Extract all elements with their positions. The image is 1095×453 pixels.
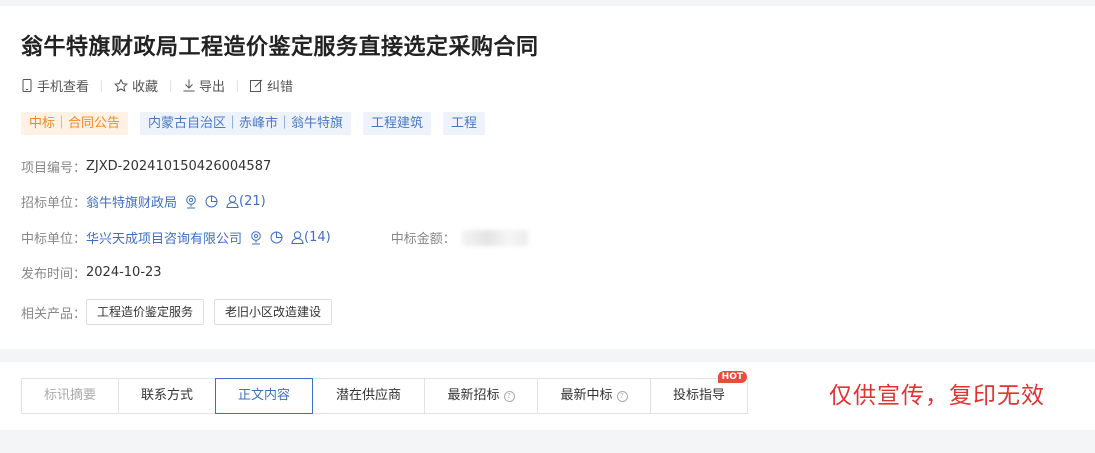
project-number-label: 项目编号： bbox=[21, 161, 87, 176]
region-tag[interactable]: 内蒙古自治区｜赤峰市｜翁牛特旗 bbox=[140, 112, 352, 135]
winner-label: 中标单位： bbox=[21, 232, 87, 247]
correct-label: 纠错 bbox=[267, 80, 294, 95]
tenderer-count[interactable]: (21) bbox=[239, 194, 266, 209]
tab-latest-wins-label: 最新中标 bbox=[560, 388, 613, 403]
winner-row: 中标单位： 华兴天成项目咨询有限公司 (14) 中标金额： bbox=[21, 228, 528, 247]
status-tag[interactable]: 中标｜合同公告 bbox=[21, 112, 129, 135]
date-row: 发布时间： 2024-10-23 bbox=[21, 263, 162, 282]
page-title: 翁牛特旗财政局工程造价鉴定服务直接选定采购合同 bbox=[21, 35, 539, 60]
winner-count[interactable]: (14) bbox=[304, 230, 331, 245]
mobile-view-button[interactable]: 手机查看 bbox=[21, 76, 89, 95]
pie-chart-icon[interactable] bbox=[270, 231, 283, 244]
user-icon[interactable] bbox=[291, 231, 304, 244]
date-label: 发布时间： bbox=[21, 267, 87, 282]
tenderer-row: 招标单位： 翁牛特旗财政局 (21) bbox=[21, 192, 266, 211]
download-icon bbox=[183, 79, 195, 92]
tab-suppliers[interactable]: 潜在供应商 bbox=[313, 378, 425, 414]
tab-bar: 标讯摘要 联系方式 正文内容 潜在供应商 最新招标? 最新中标? 投标指导 HOT bbox=[21, 371, 748, 414]
help-icon: ? bbox=[616, 391, 628, 402]
tab-content[interactable]: 正文内容 bbox=[215, 378, 313, 414]
date-value: 2024-10-23 bbox=[86, 265, 162, 280]
divider bbox=[170, 79, 172, 92]
tenderer-link[interactable]: 翁牛特旗财政局 bbox=[86, 192, 177, 211]
hot-badge: HOT bbox=[717, 371, 747, 383]
favorite-button[interactable]: 收藏 bbox=[114, 76, 158, 95]
project-number-value: ZJXD-202410150426004587 bbox=[86, 159, 272, 174]
export-label: 导出 bbox=[199, 80, 226, 95]
products-label: 相关产品： bbox=[21, 306, 87, 322]
help-icon: ? bbox=[503, 391, 515, 402]
location-icon[interactable] bbox=[250, 230, 262, 245]
divider bbox=[237, 79, 239, 92]
industry-tag[interactable]: 工程建筑 bbox=[363, 112, 432, 135]
user-icon[interactable] bbox=[226, 195, 239, 208]
star-icon bbox=[114, 79, 129, 92]
divider bbox=[101, 79, 103, 92]
tag-list: 中标｜合同公告 内蒙古自治区｜赤峰市｜翁牛特旗 工程建筑 工程 bbox=[21, 112, 486, 135]
export-button[interactable]: 导出 bbox=[183, 76, 225, 95]
products-row: 相关产品： 工程造价鉴定服务 老旧小区改造建设 bbox=[21, 299, 342, 325]
tab-contact[interactable]: 联系方式 bbox=[119, 378, 216, 414]
amount-blurred-value bbox=[461, 229, 528, 246]
tab-latest-wins[interactable]: 最新中标? bbox=[538, 378, 651, 414]
tenderer-label: 招标单位： bbox=[21, 196, 87, 211]
tab-latest-bids-label: 最新招标 bbox=[447, 388, 500, 403]
tab-summary[interactable]: 标讯摘要 bbox=[21, 378, 119, 414]
product-tag[interactable]: 老旧小区改造建设 bbox=[214, 299, 333, 325]
favorite-label: 收藏 bbox=[132, 80, 159, 95]
mobile-view-label: 手机查看 bbox=[37, 80, 90, 95]
correct-button[interactable]: 纠错 bbox=[250, 76, 293, 95]
amount-label: 中标金额： bbox=[390, 232, 456, 247]
project-number-row: 项目编号： ZJXD-202410150426004587 bbox=[21, 157, 271, 176]
pie-chart-icon[interactable] bbox=[205, 195, 218, 208]
product-tag[interactable]: 工程造价鉴定服务 bbox=[86, 299, 205, 325]
tab-guide[interactable]: 投标指导 HOT bbox=[651, 371, 748, 414]
phone-icon bbox=[21, 79, 33, 92]
category-tag[interactable]: 工程 bbox=[443, 112, 486, 135]
tab-guide-label: 投标指导 bbox=[672, 388, 725, 403]
tab-latest-bids[interactable]: 最新招标? bbox=[425, 378, 538, 414]
edit-icon bbox=[250, 79, 263, 92]
winner-link[interactable]: 华兴天成项目咨询有限公司 bbox=[86, 228, 242, 247]
watermark-notice: 仅供宣传，复印无效 bbox=[829, 383, 1045, 409]
action-bar: 手机查看 收藏 导出 纠错 bbox=[21, 76, 293, 95]
location-icon[interactable] bbox=[185, 194, 197, 209]
